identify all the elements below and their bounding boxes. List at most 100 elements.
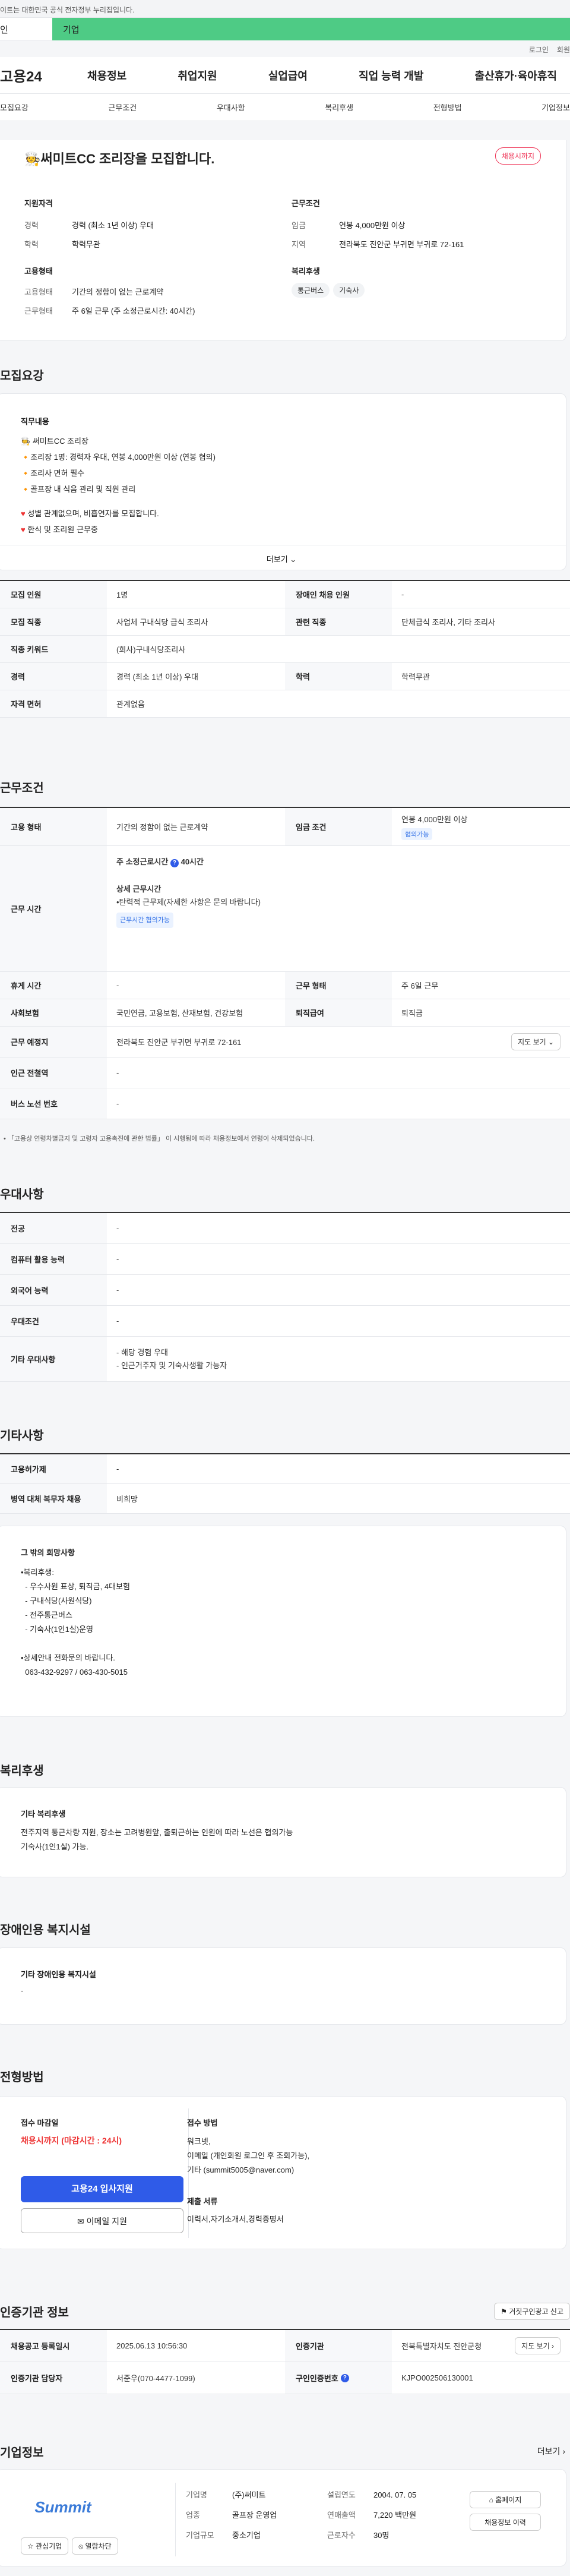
table-row: 컴퓨터 활용 능력 - bbox=[0, 1244, 570, 1275]
apply-button[interactable]: 고용24 입사지원 bbox=[21, 2176, 183, 2202]
homepage-button[interactable]: ⌂ 홈페이지 bbox=[470, 2491, 541, 2508]
utility-bar: 로그인 회원 bbox=[0, 40, 570, 57]
service-tabs: 인 기업 bbox=[0, 18, 570, 40]
disab-text: - bbox=[21, 1986, 24, 1995]
menu-unemployment-benefit[interactable]: 실업급여 bbox=[255, 68, 321, 83]
table-row: 모집 직종 사업체 구내식당 급식 조리사 관련 직종 단체급식 조리사, 기타 조리… bbox=[0, 608, 570, 636]
email-apply-button[interactable]: ✉ 이메일 지원 bbox=[21, 2208, 183, 2233]
chef-icon: 🧑‍🍳 bbox=[24, 151, 41, 166]
work-table: 고용 형태 기간의 정함이 없는 근로계약 임금 조건 연봉 4,000만원 이상 협의… bbox=[0, 807, 570, 1119]
qual-list: 경력 경력 (최소 1년 이상) 우대 학력 학력무관 bbox=[24, 221, 154, 249]
disab-heading: 장애인용 복지시설 bbox=[0, 1924, 91, 1937]
favorite-company-button[interactable]: ☆ 관심기업 bbox=[21, 2537, 69, 2555]
company-actions: ☆ 관심기업 ⦸ 열람차단 bbox=[21, 2537, 118, 2555]
job-title: 🧑‍🍳써미트CC 조리장을 모집합니다. bbox=[24, 151, 215, 166]
age-footnote: • 「고용상 연령차별금지 및 고령자 고용촉진에 관한 법률」 이 시행됨에 … bbox=[4, 1135, 315, 1142]
subnav-process[interactable]: 전형방법 bbox=[433, 102, 462, 113]
login-link[interactable]: 로그인 bbox=[529, 46, 549, 54]
wish-card: 그 밖의 희망사항 •복리후생: - 우수사원 표상, 퇴직금, 4대보험 - … bbox=[0, 1526, 566, 1717]
menu-leave[interactable]: 출산휴가·육아휴직 bbox=[462, 68, 570, 83]
duty-text: 🧑‍🍳 써미트CC 조리장 🔸조리장 1명: 경력자 우대, 연봉 4,000만… bbox=[21, 437, 216, 534]
info-icon[interactable]: ? bbox=[340, 2373, 349, 2382]
check-icon: 🔸 bbox=[21, 485, 31, 494]
block-icon: ⦸ bbox=[78, 2542, 84, 2550]
more-button[interactable]: 더보기 ⌄ bbox=[0, 545, 566, 570]
subnav-pref[interactable]: 우대사항 bbox=[217, 102, 245, 113]
global-nav: 고용24 채용정보 취업지원 실업급여 직업 능력 개발 출산휴가·육아휴직 bbox=[0, 57, 570, 94]
welfare-chip: 통근버스 bbox=[292, 283, 330, 298]
etc-table: 고용허가제 - 병역 대체 복무자 채용 비희망 bbox=[0, 1453, 570, 1514]
cert-map-button[interactable]: 지도 보기 › bbox=[515, 2337, 560, 2354]
hiring-history-button[interactable]: 채용정보 이력 bbox=[470, 2514, 541, 2531]
cond-list: 임금 연봉 4,000만원 이상 지역 전라북도 진안군 부귀면 부귀로 72-16… bbox=[292, 221, 464, 249]
docs-text: 이력서,자기소개서,경력증명서 bbox=[187, 2215, 284, 2224]
mail-icon: ✉ bbox=[77, 2217, 84, 2226]
deadline-text: 채용시까지 (마감시간 : 24시) bbox=[21, 2136, 122, 2145]
join-link[interactable]: 회원 bbox=[557, 46, 570, 54]
welfare-card-title: 기타 복리후생 bbox=[21, 1810, 66, 1819]
tab-company[interactable]: 기업 bbox=[52, 18, 570, 40]
subnav-company[interactable]: 기업정보 bbox=[542, 102, 570, 113]
menu-jobs[interactable]: 채용정보 bbox=[74, 68, 140, 83]
pref-heading: 우대사항 bbox=[0, 1188, 44, 1201]
docs-title: 제출 서류 bbox=[187, 2197, 218, 2206]
section-nav: 모집요강 근무조건 우대사항 복리후생 전형방법 기업정보 bbox=[0, 94, 570, 121]
table-row: 근무 시간 주 소정근로시간 ? 40시간 상세 근무시간 •탄력적 근무제(자… bbox=[0, 846, 570, 972]
star-icon: ☆ bbox=[27, 2542, 34, 2550]
table-row: 모집 인원 1명 장애인 채용 인원 - bbox=[0, 581, 570, 608]
company-more-link[interactable]: 더보기 › bbox=[537, 2445, 565, 2457]
job-summary-card: 🧑‍🍳써미트CC 조리장을 모집합니다. 채용시까지 지원자격 경력 경력 (최소… bbox=[0, 140, 566, 341]
flag-icon: ⚑ bbox=[501, 2307, 507, 2316]
welfare-card-text: 전주지역 통근차량 지원, 장소는 고려병원앞, 출퇴근하는 인원에 따라 노선… bbox=[21, 1828, 293, 1851]
emp-list: 고용형태 기간의 정함이 없는 근로계약 근무형태 주 6일 근무 (주 소정근로시… bbox=[24, 288, 195, 315]
block-company-button[interactable]: ⦸ 열람차단 bbox=[72, 2537, 118, 2555]
subnav-welfare[interactable]: 복리후생 bbox=[325, 102, 353, 113]
wish-title: 그 밖의 희망사항 bbox=[21, 1548, 75, 1557]
menu-skills[interactable]: 직업 능력 개발 bbox=[346, 68, 436, 83]
subnav-recruit[interactable]: 모집요강 bbox=[0, 102, 28, 113]
recruit-heading: 모집요강 bbox=[0, 370, 44, 383]
chef-icon: 🧑‍🍳 bbox=[21, 437, 33, 446]
process-heading: 전형방법 bbox=[0, 2071, 44, 2084]
welfare-card: 기타 복리후생 전주지역 통근차량 지원, 장소는 고려병원앞, 출퇴근하는 인… bbox=[0, 1787, 566, 1877]
subnav-work[interactable]: 근무조건 bbox=[108, 102, 137, 113]
company-logo: Summit bbox=[34, 2498, 91, 2516]
cert-heading: 인증기관 정보 bbox=[0, 2306, 69, 2319]
wage-negotiable-chip: 협의가능 bbox=[401, 828, 433, 840]
tab-individual[interactable]: 인 bbox=[0, 18, 52, 40]
table-row: 근무 예정지 전라북도 진안군 부귀면 부귀로 72-161 지도 보기 ⌄ bbox=[0, 1027, 570, 1057]
table-row: 전공 - bbox=[0, 1213, 570, 1244]
report-button[interactable]: ⚑ 거짓구인광고 신고 bbox=[494, 2303, 570, 2320]
cert-table: 채용공고 등록일시 2025.06.13 10:56:30 인증기관 전북특별자치도 … bbox=[0, 2329, 570, 2394]
method-title: 접수 방법 bbox=[187, 2119, 218, 2127]
pref-table: 전공 - 컴퓨터 활용 능력 - 외국어 능력 - 우대조건 - 기타 우대사항 - 해당… bbox=[0, 1212, 570, 1382]
table-row: 휴게 시간 - 근무 형태 주 6일 근무 bbox=[0, 972, 570, 999]
etc-heading: 기타사항 bbox=[0, 1429, 44, 1442]
table-row: 인증기관 담당자 서준우(070-4477-1099) 구인인증번호? KJPO002… bbox=[0, 2362, 570, 2394]
welfare-title: 복리후생 bbox=[292, 267, 320, 276]
info-icon[interactable]: ? bbox=[170, 859, 179, 867]
disab-card: 기타 장애인용 복지시설 - bbox=[0, 1947, 566, 2025]
table-row: 경력 경력 (최소 1년 이상) 우대 학력 학력무관 bbox=[0, 663, 570, 690]
time-negotiable-chip: 근무시간 협의가능 bbox=[116, 913, 174, 928]
map-button[interactable]: 지도 보기 ⌄ bbox=[511, 1033, 560, 1050]
heart-icon: ♥ bbox=[21, 509, 28, 518]
disab-title: 기타 장애인용 복지시설 bbox=[21, 1970, 96, 1979]
qual-title: 지원자격 bbox=[24, 199, 53, 208]
work-heading: 근무조건 bbox=[0, 782, 44, 795]
method-text: 워크넷, 이메일 (개인회원 로그인 후 조회가능), 기타 (summit50… bbox=[187, 2137, 310, 2174]
table-row: 자격 면허 관계없음 bbox=[0, 690, 570, 718]
check-icon: 🔸 bbox=[21, 469, 31, 478]
chevron-down-icon: ⌄ bbox=[290, 555, 297, 564]
deadline-badge: 채용시까지 bbox=[495, 147, 541, 165]
table-row: 채용공고 등록일시 2025.06.13 10:56:30 인증기관 전북특별자치도 … bbox=[0, 2330, 570, 2362]
company-card: Summit ☆ 관심기업 ⦸ 열람차단 기업명 (주)써미트 설립연도 2004. … bbox=[0, 2469, 566, 2566]
welfare-heading: 복리후생 bbox=[0, 1764, 44, 1778]
table-row: 사회보험 국민연금, 고용보험, 산재보험, 건강보험 퇴직급여 퇴직금 bbox=[0, 999, 570, 1027]
table-row: 고용허가제 - bbox=[0, 1454, 570, 1484]
site-logo[interactable]: 고용24 bbox=[0, 65, 74, 86]
gov-notice: 이트는 대한민국 공식 전자정부 누리집입니다. bbox=[0, 0, 570, 18]
divider bbox=[175, 2483, 176, 2556]
menu-employment-support[interactable]: 취업지원 bbox=[164, 68, 230, 83]
check-icon: 🔸 bbox=[21, 453, 31, 462]
